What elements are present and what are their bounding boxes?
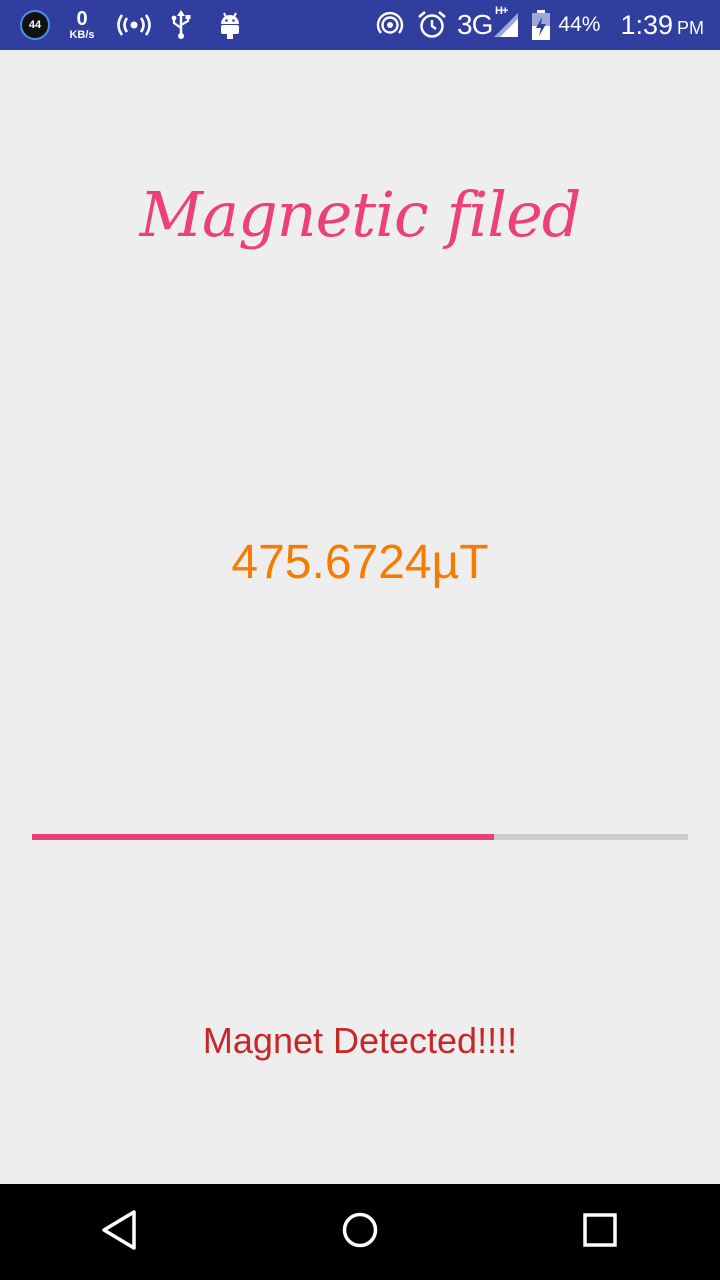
page-title: Magnetic filed — [139, 178, 582, 251]
network-type-label: 3G — [457, 9, 493, 40]
notification-count: 44 — [28, 19, 42, 31]
network-type: 3G H+ — [457, 5, 508, 41]
status-bar-left: 44 0 KB/s — [20, 9, 242, 41]
recents-icon — [582, 1212, 618, 1252]
status-bar-right: 3G H+ 44% 1:39 PM — [375, 0, 704, 50]
net-speed: 0 KB/s — [62, 9, 102, 41]
notification-count-badge: 44 — [20, 10, 50, 40]
back-icon — [100, 1208, 140, 1256]
home-button[interactable] — [320, 1192, 400, 1272]
hotspot-icon — [116, 13, 152, 37]
home-icon — [340, 1210, 380, 1254]
nfc-icon — [375, 10, 405, 40]
network-sub-label: H+ — [495, 5, 508, 17]
recents-button[interactable] — [560, 1192, 640, 1272]
field-strength-progress-fill — [32, 834, 495, 840]
clock-ampm: PM — [677, 17, 704, 38]
net-speed-unit: KB/s — [69, 29, 95, 41]
navigation-bar — [0, 1184, 720, 1280]
net-speed-value: 0 — [76, 8, 88, 30]
battery-percent: 44% — [558, 13, 601, 36]
alarm-icon — [417, 10, 447, 40]
detection-status-message: Magnet Detected!!!! — [202, 1020, 518, 1061]
clock-time: 1:39 — [620, 9, 673, 40]
clock: 1:39 PM — [620, 10, 704, 41]
battery-icon — [532, 10, 551, 40]
field-strength-progress-bar — [32, 834, 688, 840]
usb-icon — [170, 10, 192, 40]
status-bar: 44 0 KB/s 3G H+ 44% 1:39 PM — [0, 0, 720, 50]
back-button[interactable] — [80, 1192, 160, 1272]
android-debug-icon — [218, 10, 242, 40]
magnetic-field-reading: 475.6724µT — [231, 536, 489, 589]
